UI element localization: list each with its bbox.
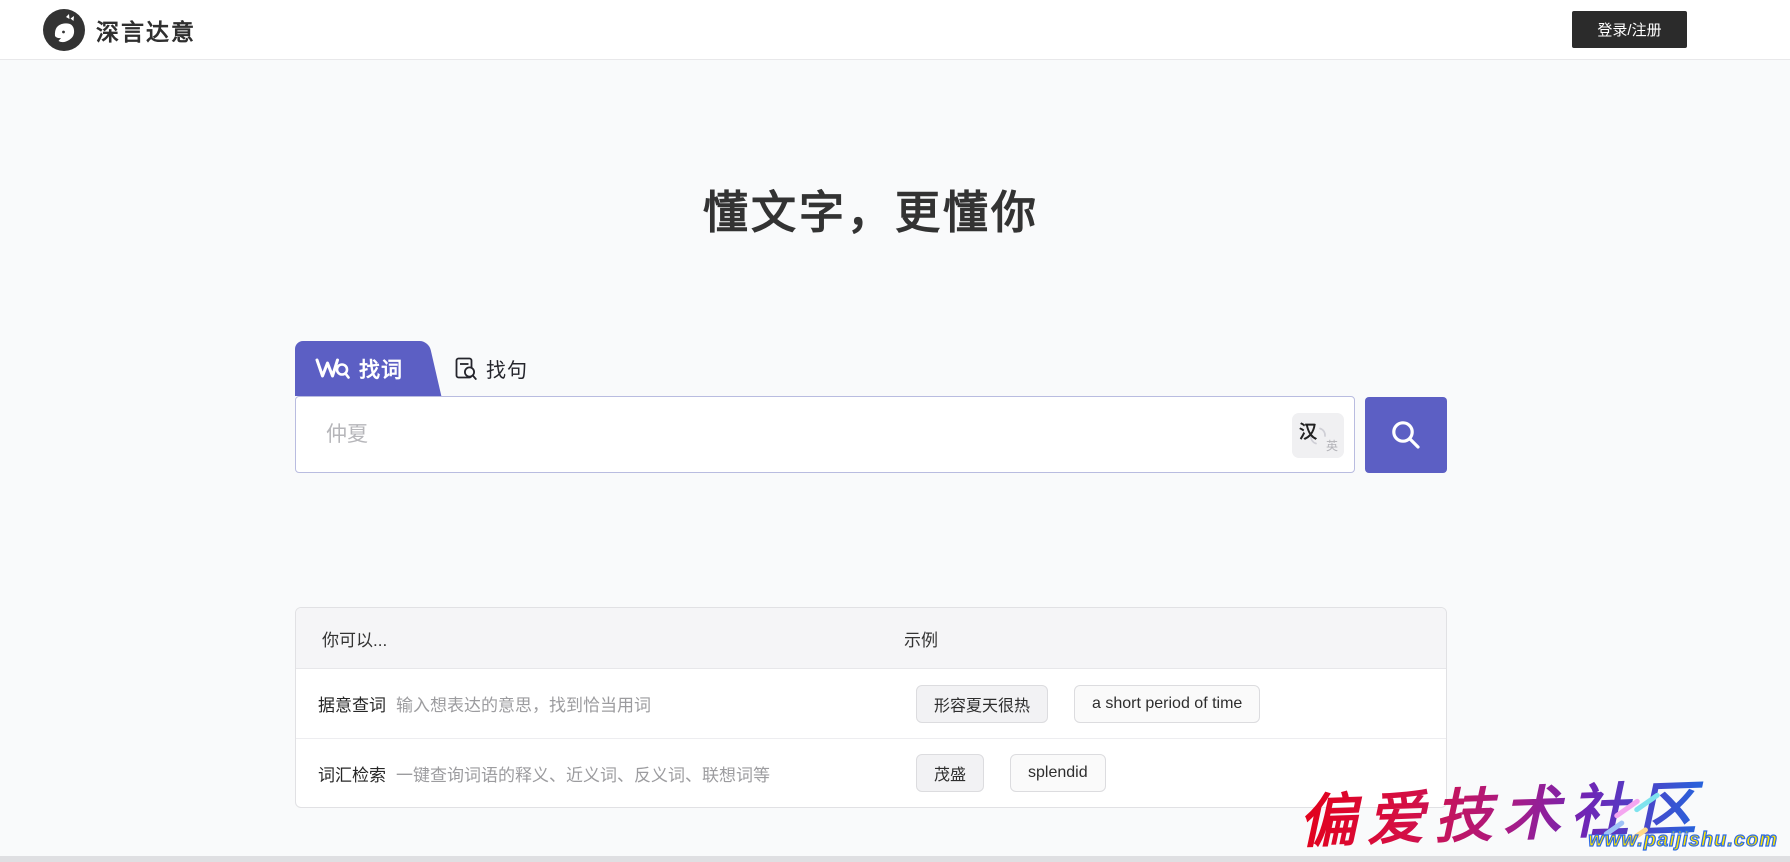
search-button[interactable] <box>1365 397 1447 473</box>
tab-find-sentence-label: 找句 <box>486 354 528 383</box>
main-content: 懂文字，更懂你 找词 找句 <box>295 0 1447 862</box>
column-header-capabilities: 你可以... <box>322 626 387 651</box>
search-input[interactable] <box>296 397 1354 472</box>
watermark-decoration <box>1633 792 1660 813</box>
table-row: 词汇检索 一键查询词语的释义、近义词、反义词、联想词等 茂盛 splendid <box>296 738 1446 807</box>
table-row: 据意查词 输入想表达的意思，找到恰当用词 形容夏天很热 a short peri… <box>296 669 1446 738</box>
search-tabs: 找词 找句 <box>295 341 1447 396</box>
brand-home-link[interactable]: 深言达意 <box>42 8 196 52</box>
tab-find-word[interactable]: 找词 <box>295 341 413 396</box>
examples-table: 你可以... 示例 据意查词 输入想表达的意思，找到恰当用词 形容夏天很热 a … <box>295 607 1447 808</box>
feature-name: 词汇检索 <box>318 761 396 786</box>
brand-name: 深言达意 <box>96 13 196 47</box>
login-register-button[interactable]: 登录/注册 <box>1572 11 1687 48</box>
language-toggle[interactable]: 汉 英 <box>1292 413 1344 458</box>
window-edge <box>0 856 1790 862</box>
feature-description: 输入想表达的意思，找到恰当用词 <box>396 691 651 716</box>
search-box: 汉 英 <box>295 396 1355 473</box>
watermark-url: www.paijishu.com <box>1588 829 1778 852</box>
language-primary: 汉 <box>1299 418 1317 444</box>
example-tag[interactable]: a short period of time <box>1074 685 1260 723</box>
example-tag[interactable]: splendid <box>1010 754 1106 792</box>
tab-find-word-label: 找词 <box>359 354 403 384</box>
example-tags: 茂盛 splendid <box>916 754 1106 792</box>
column-header-examples: 示例 <box>904 626 938 651</box>
search-area: 汉 英 <box>295 396 1447 473</box>
watermark-decoration <box>1613 798 1640 819</box>
watermark-decoration <box>1623 826 1649 846</box>
page-title: 懂文字，更懂你 <box>295 176 1447 241</box>
example-tag[interactable]: 茂盛 <box>916 754 984 792</box>
whale-logo-icon <box>42 8 86 52</box>
search-icon <box>1390 419 1422 451</box>
example-tag[interactable]: 形容夏天很热 <box>916 685 1048 723</box>
top-bar: 深言达意 登录/注册 <box>0 0 1790 60</box>
page: 深言达意 登录/注册 懂文字，更懂你 找词 <box>0 0 1790 862</box>
tab-find-sentence[interactable]: 找句 <box>455 341 528 396</box>
example-tags: 形容夏天很热 a short period of time <box>916 685 1260 723</box>
examples-table-header: 你可以... 示例 <box>296 608 1446 669</box>
language-secondary: 英 <box>1326 437 1338 454</box>
feature-name: 据意查词 <box>318 691 396 716</box>
find-sentence-icon <box>455 357 477 381</box>
watermark-decoration <box>1603 820 1626 838</box>
feature-description: 一键查询词语的释义、近义词、反义词、联想词等 <box>396 761 770 786</box>
find-word-icon <box>315 357 350 380</box>
